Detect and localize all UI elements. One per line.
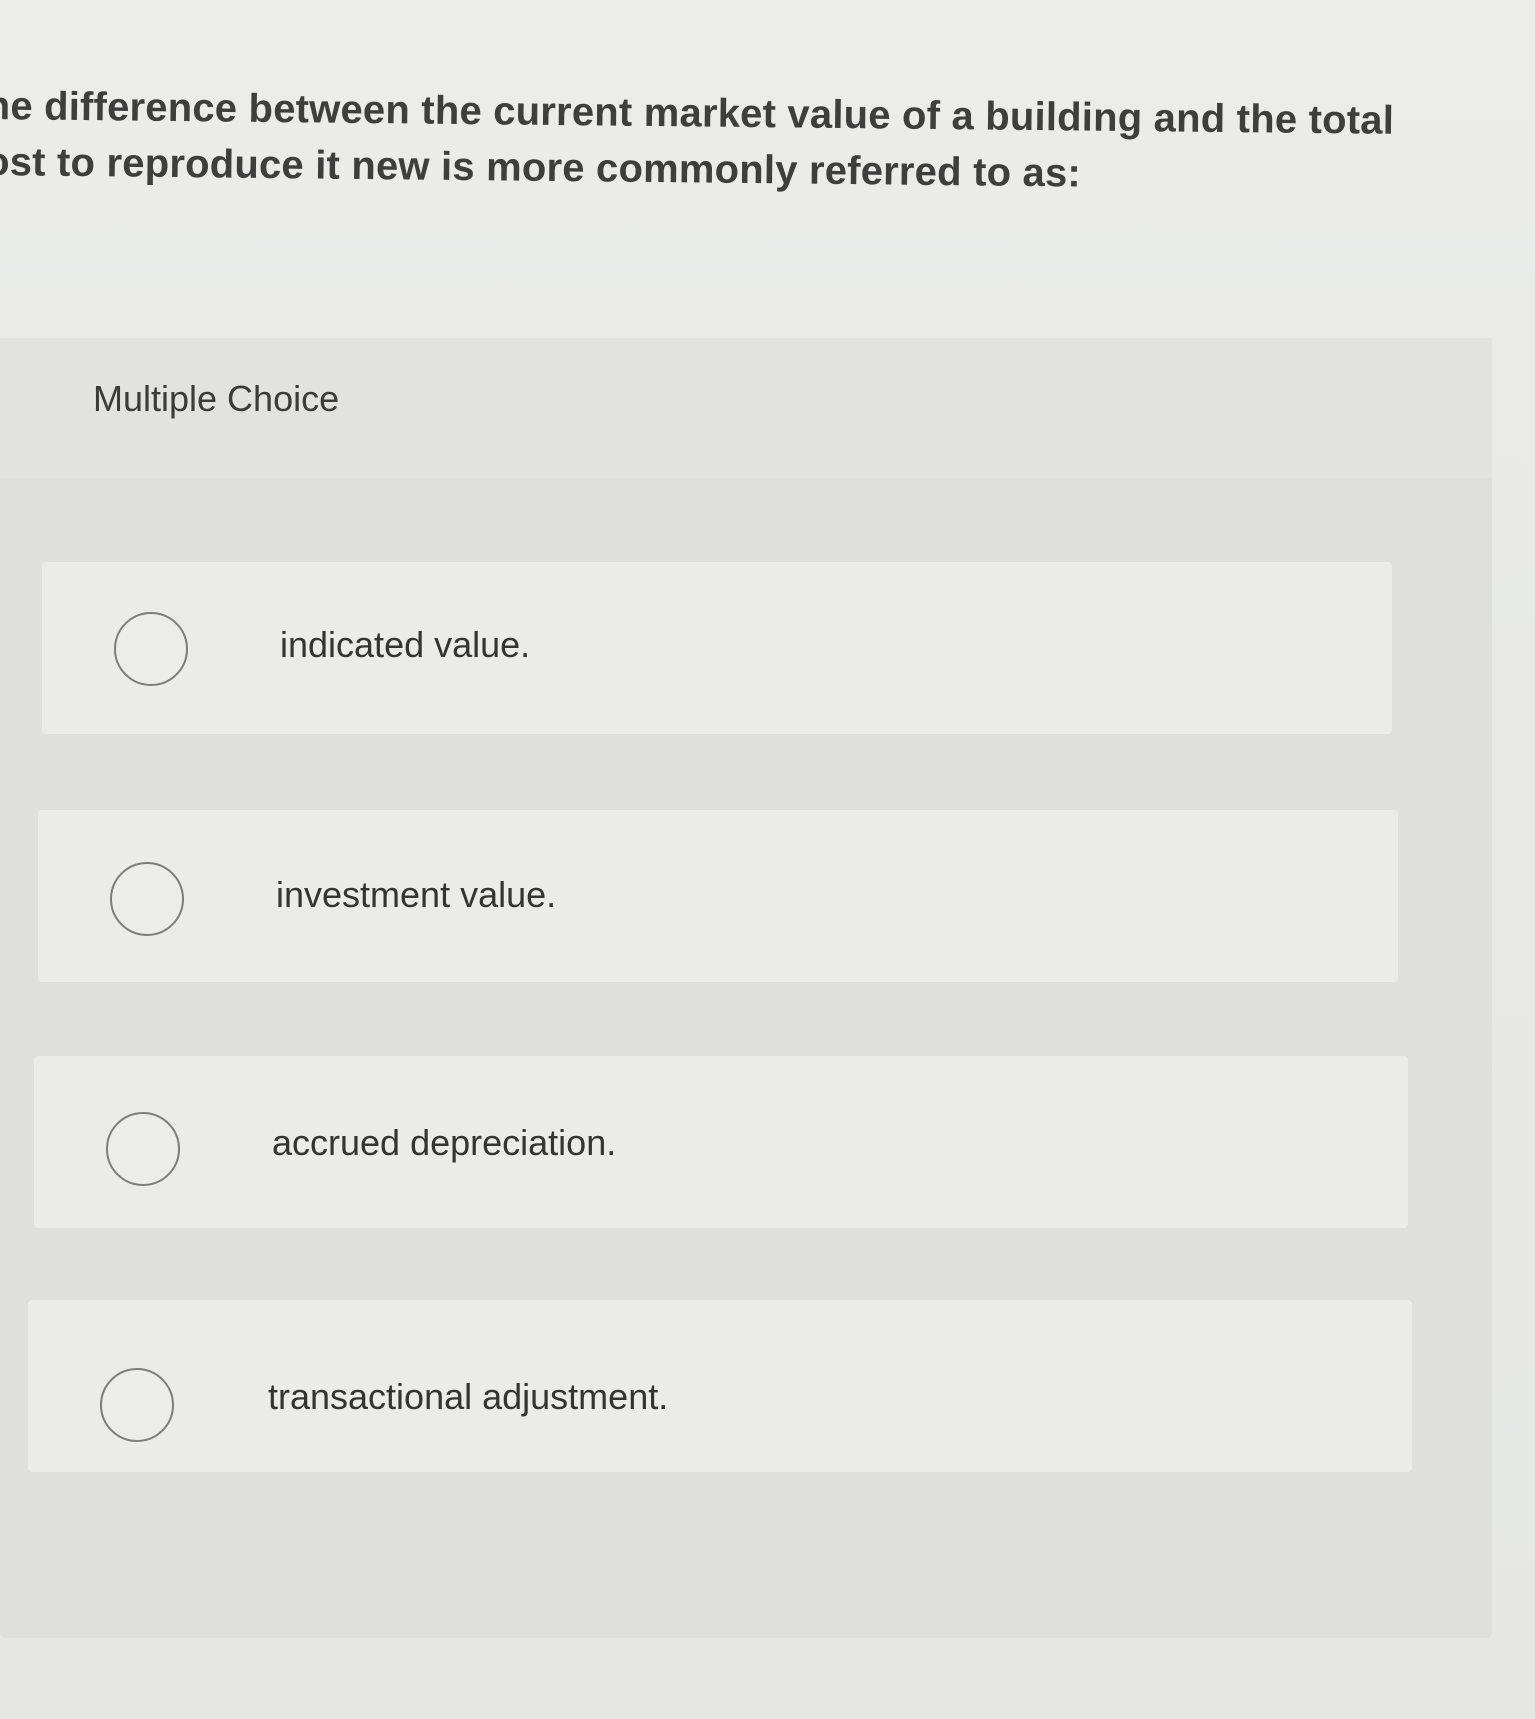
answer-panel: Multiple Choice indicated value. investm… [0, 338, 1492, 1638]
answer-option-3[interactable]: accrued depreciation. [34, 1056, 1408, 1228]
question-text: he difference between the current market… [0, 78, 1426, 205]
option-label: investment value. [276, 874, 557, 915]
panel-header: Multiple Choice [0, 338, 1492, 478]
option-label: transactional adjustment. [268, 1376, 669, 1417]
radio-button-icon[interactable] [114, 612, 188, 686]
radio-button-icon[interactable] [110, 862, 184, 936]
answer-option-4[interactable]: transactional adjustment. [28, 1300, 1412, 1472]
multiple-choice-label: Multiple Choice [93, 378, 340, 419]
answer-option-2[interactable]: investment value. [38, 810, 1398, 982]
answer-option-1[interactable]: indicated value. [42, 562, 1392, 734]
radio-button-icon[interactable] [106, 1112, 180, 1186]
option-label: indicated value. [280, 624, 531, 665]
option-label: accrued depreciation. [272, 1122, 617, 1163]
radio-button-icon[interactable] [100, 1368, 174, 1442]
